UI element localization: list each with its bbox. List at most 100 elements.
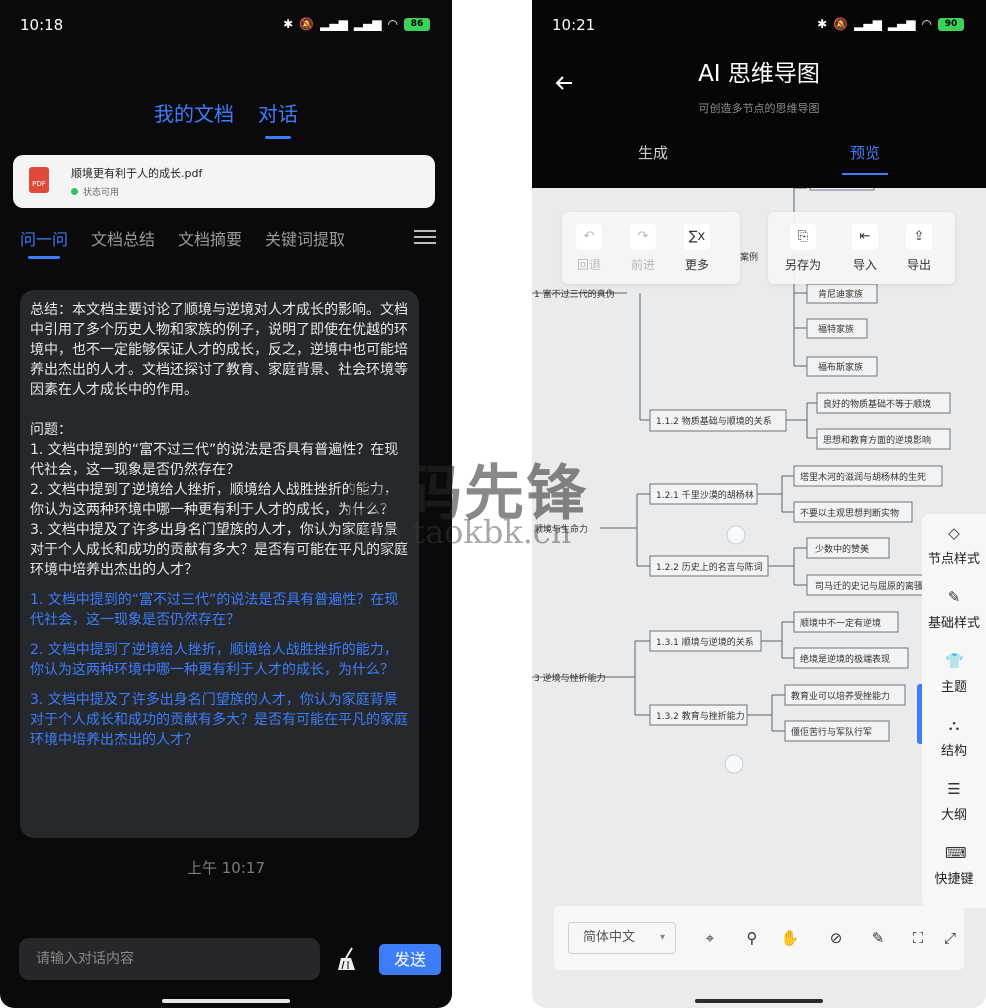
mindmap-node[interactable]: 司马迁的史记与屈原的离骚 <box>815 580 923 592</box>
message-timestamp: 上午 10:17 <box>187 859 265 877</box>
more-button[interactable]: ∑x 更多 <box>670 212 724 284</box>
tab-ask[interactable]: 问一问 <box>20 226 68 250</box>
mindmap-canvas[interactable]: 1 富不过三代的真伪 案例 肯尼迪家族 福特家族 福布斯家族 1.1.2 物质基… <box>532 188 986 1008</box>
mindmap-node[interactable]: 案例 <box>740 251 758 263</box>
tab-chat[interactable]: 对话 <box>258 98 298 127</box>
top-tabs: 我的文档 对话 <box>0 98 452 127</box>
status-time: 10:21 <box>552 16 596 34</box>
node-style-icon: ◇ <box>948 524 960 542</box>
bluetooth-icon: ✱ <box>817 17 828 31</box>
status-bar: 10:21 ✱ 🔕 ▂▄▆ ▂▄▆ ◠ 90 <box>532 0 986 52</box>
suggested-question-link[interactable]: 3. 文档中提及了许多出身名门望族的人才，你认为家庭背景对于个人成长和成功的贡献… <box>30 690 409 750</box>
question-item: 1. 文档中提到的“富不过三代”的说法是否具有普遍性？在现代社会，这一现象是否仍… <box>30 442 399 478</box>
signal-icon-2: ▂▄▆ <box>887 17 916 31</box>
bluetooth-icon: ✱ <box>283 17 294 31</box>
locate-icon[interactable]: ⌖ <box>700 928 720 948</box>
file-card[interactable]: PDF 顺境更有利于人的成长.pdf 状态可用 <box>13 155 435 208</box>
status-bar: 10:18 ✱ 🔕 ▂▄▆ ▂▄▆ ◠ 86 <box>0 0 452 52</box>
sub-tabs: 问一问 文档总结 文档摘要 关键词提取 <box>20 226 436 250</box>
tab-preview[interactable]: 预览 <box>850 142 880 163</box>
status-time: 10:18 <box>20 16 64 34</box>
file-status: 状态可用 <box>71 185 119 198</box>
home-indicator[interactable] <box>162 999 290 1003</box>
signal-icon: ▂▄▆ <box>854 17 882 31</box>
mindmap-node[interactable]: 绝境是逆境的极端表现 <box>800 653 890 665</box>
tab-generate[interactable]: 生成 <box>638 142 668 163</box>
send-button[interactable]: 发送 <box>379 944 441 975</box>
mindmap-node[interactable]: 1.1.2 物质基础与顺境的关系 <box>656 415 772 427</box>
home-indicator[interactable] <box>695 999 823 1003</box>
questions-title: 问题： <box>30 422 72 438</box>
import-button[interactable]: ⇤ 导入 <box>838 212 892 284</box>
theme-button[interactable]: 👕 主题 <box>941 652 967 716</box>
compass-icon[interactable]: ⊘ <box>826 928 846 948</box>
save-as-button[interactable]: ⎘ 另存为 <box>768 212 838 284</box>
tab-my-documents[interactable]: 我的文档 <box>154 98 234 127</box>
structure-button[interactable]: ⛬ 结构 <box>941 716 967 780</box>
wifi-icon: ◠ <box>387 17 398 31</box>
chat-screen: 10:18 ✱ 🔕 ▂▄▆ ▂▄▆ ◠ 86 我的文档 对话 PDF 顺境更有利… <box>0 0 452 1008</box>
mindmap-screen: 10:21 ✱ 🔕 ▂▄▆ ▂▄▆ ◠ 90 AI 思维导图 可创造多节点的思维… <box>532 0 986 1008</box>
undo-button[interactable]: ↶ 回退 <box>562 212 616 284</box>
node-style-button[interactable]: ◇ 节点样式 <box>928 524 980 588</box>
base-style-button[interactable]: ✎ 基础样式 <box>928 588 980 652</box>
outline-button[interactable]: ☰ 大纲 <box>941 780 967 844</box>
mindmap-node[interactable]: 顺境与生命力 <box>534 523 588 535</box>
mindmap-node[interactable]: 福布斯家族 <box>818 361 863 373</box>
mindmap-node[interactable]: 僵佢苦行与军队行军 <box>791 726 872 738</box>
mute-icon: 🔕 <box>299 17 315 31</box>
mindmap-node[interactable]: 1 富不过三代的真伪 <box>534 288 615 300</box>
page-title: AI 思维导图 <box>698 61 820 87</box>
mouse-icon[interactable]: ✋ <box>780 928 800 948</box>
mute-icon: 🔕 <box>833 17 849 31</box>
mindmap-node[interactable]: 肯尼迪家族 <box>818 288 863 300</box>
mindmap-node[interactable]: 顺境中不一定有逆境 <box>800 617 881 629</box>
shortcuts-button[interactable]: ⌨ 快捷键 <box>934 844 973 908</box>
file-toolbar: ⎘ 另存为 ⇤ 导入 ⇪ 导出 <box>768 212 955 284</box>
mindmap-node[interactable]: 1.2.1 千里沙漠的胡杨林 <box>656 489 754 501</box>
signal-icon-2: ▂▄▆ <box>353 17 382 31</box>
suggested-question-link[interactable]: 1. 文档中提到的“富不过三代”的说法是否具有普遍性？在现代社会，这一现象是否仍… <box>30 590 409 630</box>
expand-handle-icon[interactable] <box>724 754 744 774</box>
status-icons: ✱ 🔕 ▂▄▆ ▂▄▆ ◠ 90 <box>817 17 964 31</box>
fullscreen-icon[interactable]: ⤢ <box>940 928 960 948</box>
language-select[interactable]: 简体中文 ▾ <box>568 922 676 954</box>
answer-bubble: 总结：本文档主要讨论了顺境与逆境对人才成长的影响。文档中引用了多个历史人物和家族… <box>20 290 419 838</box>
expand-handle-icon[interactable] <box>726 525 746 545</box>
mindmap-node[interactable]: 良好的物质基础不等于顺境 <box>823 398 931 410</box>
question-item: 3. 文档中提及了许多出身名门望族的人才，你认为家庭背景对于个人成长和成功的贡献… <box>30 522 408 578</box>
undo-icon: ↶ <box>576 223 602 250</box>
redo-button[interactable]: ↷ 前进 <box>616 212 670 284</box>
mindmap-node[interactable]: 不要以主观思想判断实物 <box>800 507 899 519</box>
mindmap-node[interactable]: 1.2.2 历史上的名言与陈词 <box>656 561 763 573</box>
mindmap-node[interactable]: 少数中的赞美 <box>815 543 869 555</box>
mindmap-node[interactable]: 1.3.2 教育与挫折能力 <box>656 710 745 722</box>
outline-icon: ☰ <box>947 780 961 798</box>
broom-clear-icon[interactable] <box>336 947 358 971</box>
battery-icon: 90 <box>938 17 964 31</box>
summary-text: 总结：本文档主要讨论了顺境与逆境对人才成长的影响。文档中引用了多个历史人物和家族… <box>30 302 408 398</box>
edit-icon[interactable]: ✎ <box>868 928 888 948</box>
formula-icon: ∑x <box>684 223 710 250</box>
mindmap-node[interactable]: 思想和教育方面的逆境影响 <box>823 434 931 446</box>
tab-abstract[interactable]: 文档摘要 <box>178 226 242 250</box>
export-button[interactable]: ⇪ 导出 <box>892 212 946 284</box>
mindmap-node[interactable]: 3 逆境与挫折能力 <box>534 672 606 684</box>
chat-input[interactable]: 请输入对话内容 <box>19 938 320 980</box>
mindmap-node[interactable]: 塔里木河的滋润与胡杨林的生死 <box>800 471 926 483</box>
keyboard-icon: ⌨ <box>944 844 967 862</box>
search-icon[interactable]: ⚲ <box>742 928 762 948</box>
suggested-question-link[interactable]: 2. 文档中提到了逆境给人挫折，顺境给人战胜挫折的能力，你认为这两种环境中哪一种… <box>30 640 409 680</box>
menu-icon[interactable] <box>414 230 436 244</box>
tab-summary[interactable]: 文档总结 <box>91 226 155 250</box>
mindmap-node[interactable]: 1.3.1 顺境与逆境的关系 <box>656 636 754 648</box>
magic-wand-icon: ✎ <box>947 588 961 606</box>
mindmap-node[interactable]: 福特家族 <box>818 323 854 335</box>
fit-screen-icon[interactable]: ⛶ <box>908 928 928 948</box>
mindmap-node[interactable]: 教育业可以培养受挫能力 <box>791 690 890 702</box>
chevron-down-icon: ▾ <box>659 932 665 943</box>
page-subtitle: 可创造多节点的思维导图 <box>698 102 820 115</box>
status-icons: ✱ 🔕 ▂▄▆ ▂▄▆ ◠ 86 <box>283 17 430 31</box>
tab-keywords[interactable]: 关键词提取 <box>265 226 345 250</box>
structure-icon: ⛬ <box>948 716 960 734</box>
